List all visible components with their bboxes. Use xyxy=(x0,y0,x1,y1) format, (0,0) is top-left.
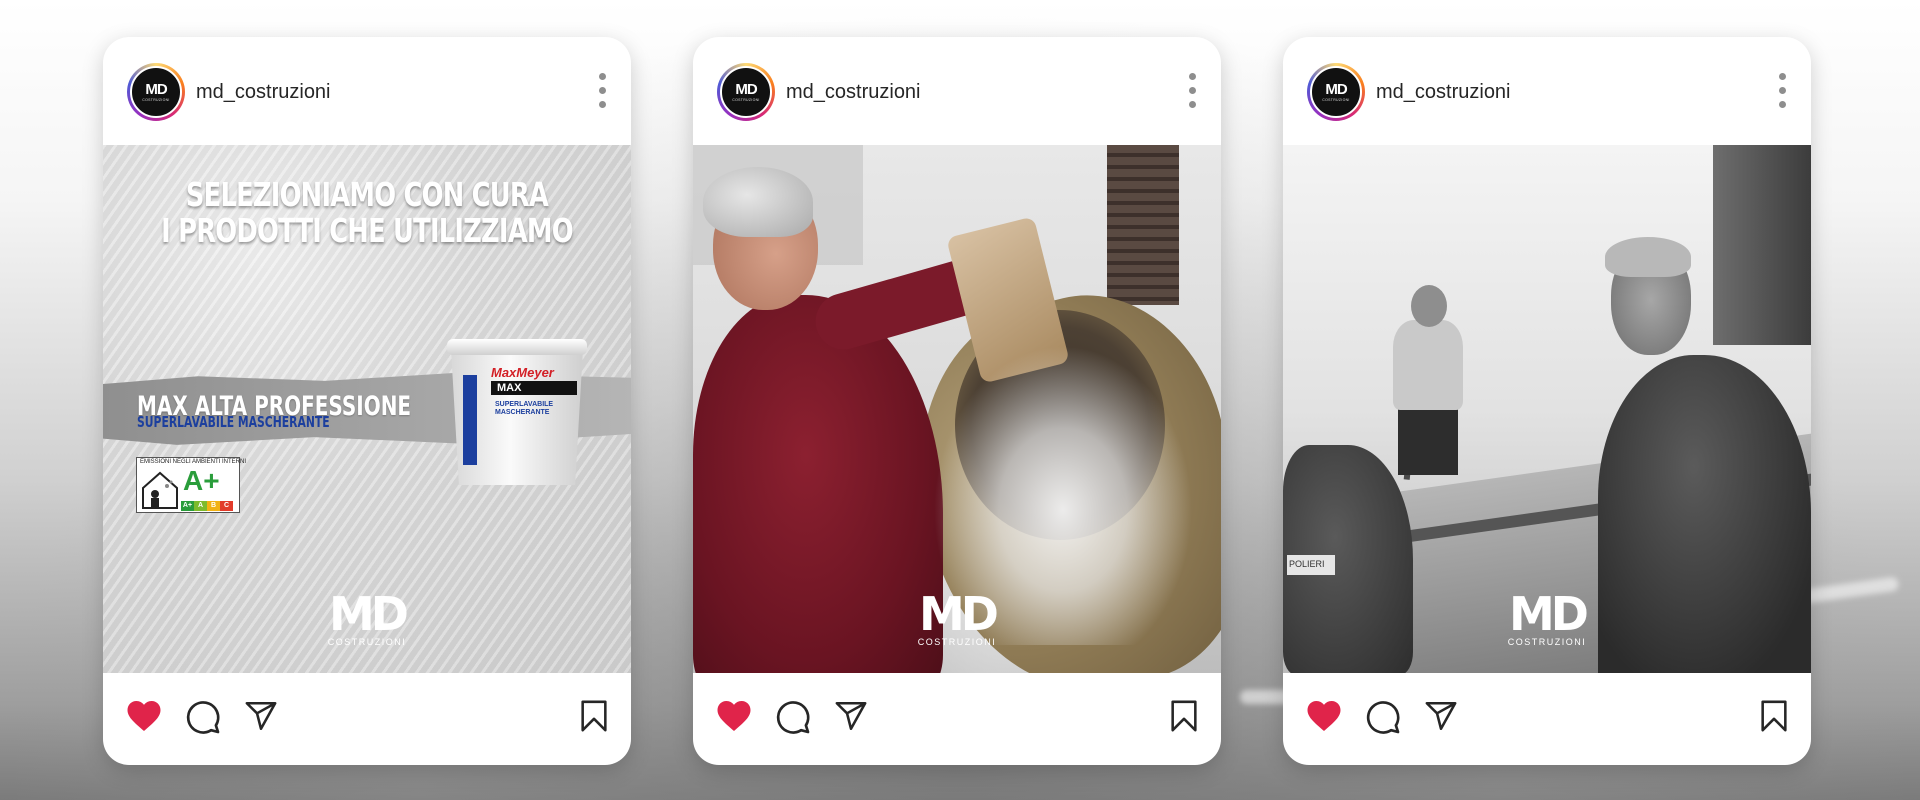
scale-a-plus: A+ xyxy=(181,501,194,511)
bucket-desc: SUPERLAVABILE MASCHERANTE xyxy=(495,401,554,416)
avatar-sub: COSTRUZIONI xyxy=(142,98,170,102)
md-logo: MD COSTRUZIONI xyxy=(1283,591,1811,647)
bucket-line: MAX xyxy=(491,381,577,395)
avatar[interactable]: MD COSTRUZIONI xyxy=(1307,63,1365,121)
avatar-logo: MD xyxy=(1325,81,1347,98)
avatar[interactable]: MD COSTRUZIONI xyxy=(127,63,185,121)
house-icon xyxy=(142,471,178,509)
ad-headline-line-1: SELEZIONIAMO CON CURA xyxy=(185,175,549,214)
avatar[interactable]: MD COSTRUZIONI xyxy=(717,63,775,121)
avatar-sub: COSTRUZIONI xyxy=(1322,98,1350,102)
bucket-brand: MaxMeyer xyxy=(491,365,554,380)
scaffold-pole xyxy=(1713,145,1811,345)
comment-icon[interactable] xyxy=(775,699,811,735)
md-logo: MD COSTRUZIONI xyxy=(693,591,1221,647)
post-image: POLIERI MD COSTRUZIONI xyxy=(1283,145,1811,673)
post-image: MD COSTRUZIONI xyxy=(693,145,1221,673)
post-card: MD COSTRUZIONI md_costruzioni SELEZIONIA… xyxy=(103,37,631,765)
emission-grade: A+ xyxy=(183,465,220,496)
scale-b: B xyxy=(207,501,220,511)
action-bar xyxy=(103,673,631,765)
action-bar xyxy=(1283,673,1811,765)
ad-headline-line-2: I PRODOTTI CHE UTILIZZIAMO xyxy=(161,211,573,250)
username[interactable]: md_costruzioni xyxy=(786,81,921,104)
comment-icon[interactable] xyxy=(185,699,221,735)
post-image: SELEZIONIAMO CON CURA I PRODOTTI CHE UTI… xyxy=(103,145,631,673)
md-logo: MD COSTRUZIONI xyxy=(103,591,631,647)
comment-icon[interactable] xyxy=(1365,699,1401,735)
logo-mark: MD xyxy=(329,587,409,641)
post-header: MD COSTRUZIONI md_costruzioni xyxy=(693,37,1221,145)
username[interactable]: md_costruzioni xyxy=(1376,81,1511,104)
logo-mark: MD xyxy=(1509,587,1589,641)
send-icon[interactable] xyxy=(243,699,279,733)
send-icon[interactable] xyxy=(833,699,869,733)
post-header: MD COSTRUZIONI md_costruzioni xyxy=(1283,37,1811,145)
emission-label: EMISSIONI NEGLI AMBIENTI INTERNI A+ A+ A… xyxy=(136,457,246,513)
emission-scale: A+ A B C xyxy=(181,501,233,511)
post-card: MD COSTRUZIONI md_costruzioni MD COSTRUZ… xyxy=(693,37,1221,765)
post-card: MD COSTRUZIONI md_costruzioni POLIERI MD… xyxy=(1283,37,1811,765)
scale-c: C xyxy=(220,501,233,511)
mixer-label: POLIERI xyxy=(1287,555,1335,575)
more-vertical-icon[interactable] xyxy=(597,73,607,111)
logo-word: COSTRUZIONI xyxy=(1507,637,1587,647)
logo-mark: MD xyxy=(919,587,999,641)
bookmark-icon[interactable] xyxy=(579,699,609,733)
scale-a: A xyxy=(194,501,207,511)
heart-icon[interactable] xyxy=(126,699,162,733)
worker xyxy=(1393,320,1463,410)
more-vertical-icon[interactable] xyxy=(1777,73,1787,111)
action-bar xyxy=(693,673,1221,765)
bookmark-icon[interactable] xyxy=(1169,699,1199,733)
send-icon[interactable] xyxy=(1423,699,1459,733)
avatar-logo: MD xyxy=(145,81,167,98)
avatar-sub: COSTRUZIONI xyxy=(732,98,760,102)
heart-icon[interactable] xyxy=(716,699,752,733)
more-vertical-icon[interactable] xyxy=(1187,73,1197,111)
logo-word: COSTRUZIONI xyxy=(327,637,407,647)
bookmark-icon[interactable] xyxy=(1759,699,1789,733)
window-shutter xyxy=(1107,145,1179,305)
product-tag: SUPERLAVABILE MASCHERANTE xyxy=(137,413,330,431)
heart-icon[interactable] xyxy=(1306,699,1342,733)
paint-bucket: MaxMeyer MAX SUPERLAVABILE MASCHERANTE xyxy=(447,335,587,485)
logo-word: COSTRUZIONI xyxy=(917,637,997,647)
post-header: MD COSTRUZIONI md_costruzioni xyxy=(103,37,631,145)
avatar-logo: MD xyxy=(735,81,757,98)
username[interactable]: md_costruzioni xyxy=(196,81,331,104)
